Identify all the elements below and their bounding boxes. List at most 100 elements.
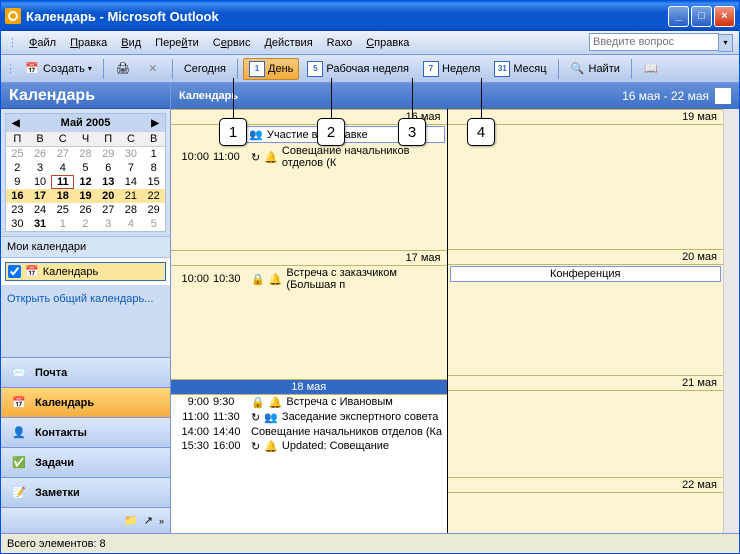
date-cell[interactable]: 20 (97, 189, 120, 203)
menu-go[interactable]: Перейти (148, 35, 206, 51)
navigation-pane: Календарь ◀ Май 2005 ▶ ПВСЧПСВ2526272829… (1, 83, 171, 533)
my-calendar-item[interactable]: 📅 Календарь (5, 262, 166, 281)
menu-service[interactable]: Сервис (206, 35, 258, 51)
date-cell[interactable]: 8 (142, 161, 165, 175)
shortcuts-icon[interactable]: ↗ (144, 514, 153, 527)
day-header-17[interactable]: 17 мая (171, 250, 447, 266)
day-header-18[interactable]: 18 мая (171, 379, 447, 395)
print-button[interactable]: 🖨 (109, 58, 137, 80)
date-cell[interactable]: 9 (6, 175, 29, 189)
nav-notes[interactable]: 📝Заметки (1, 477, 170, 507)
appointment-row[interactable]: 10:0010:30 🔒🔔 Встреча с заказчиком (Боль… (171, 266, 447, 292)
help-search[interactable]: ▾ (589, 33, 733, 52)
month-view-button[interactable]: 31Месяц (488, 58, 552, 80)
date-cell[interactable]: 14 (120, 175, 143, 189)
open-shared-calendar-link[interactable]: Открыть общий календарь... (1, 285, 170, 313)
date-cell[interactable]: 6 (97, 161, 120, 175)
date-cell[interactable]: 19 (74, 189, 97, 203)
date-cell[interactable]: 26 (74, 203, 97, 217)
date-cell[interactable]: 24 (29, 203, 52, 217)
toolbar: ⋮ 📅 Создать ▾ 🖨 ✕ Сегодня 1День 5Рабочая… (1, 55, 739, 83)
date-cell[interactable]: 30 (120, 147, 143, 161)
close-button[interactable]: × (714, 6, 735, 27)
date-cell[interactable]: 27 (97, 203, 120, 217)
menu-actions[interactable]: Действия (257, 35, 319, 51)
date-cell[interactable]: 15 (142, 175, 165, 189)
date-cell[interactable]: 12 (74, 175, 97, 189)
appointment-row[interactable]: 10:0011:00 ↻🔔 Совещание начальников отде… (171, 144, 447, 170)
menu-edit[interactable]: Правка (63, 35, 114, 51)
week-view-button[interactable]: 7Неделя (417, 58, 486, 80)
appointment-row[interactable]: 15:3016:00↻🔔Updated: Совещание (171, 439, 447, 454)
date-cell[interactable]: 25 (51, 203, 74, 217)
help-search-input[interactable] (589, 33, 719, 51)
day-header-21[interactable]: 21 мая (448, 375, 724, 391)
calendar-checkbox[interactable] (8, 265, 21, 278)
appointment-row[interactable]: 11:0011:30↻👥Заседание экспертного совета (171, 410, 447, 425)
date-cell[interactable]: 10 (29, 175, 52, 189)
reminder-icon: 🔔 (269, 273, 283, 286)
date-cell[interactable]: 7 (120, 161, 143, 175)
day-view-button[interactable]: 1День (243, 58, 299, 80)
date-cell[interactable]: 27 (51, 147, 74, 161)
day-header-22[interactable]: 22 мая (448, 477, 724, 493)
date-cell[interactable]: 16 (6, 189, 29, 203)
nav-calendar[interactable]: 📅Календарь (1, 387, 170, 417)
maximize-button[interactable]: □ (691, 6, 712, 27)
create-button[interactable]: 📅 Создать ▾ (18, 58, 98, 80)
today-button[interactable]: Сегодня (178, 58, 232, 80)
date-cell[interactable]: 1 (142, 147, 165, 161)
date-cell[interactable]: 29 (97, 147, 120, 161)
date-cell[interactable]: 28 (74, 147, 97, 161)
date-cell[interactable]: 30 (6, 217, 29, 231)
appointment-row[interactable]: 9:009:30🔒🔔Встреча с Ивановым (171, 395, 447, 410)
next-month-button[interactable]: ▶ (147, 118, 163, 129)
menu-help[interactable]: Справка (359, 35, 416, 51)
date-cell[interactable]: 26 (29, 147, 52, 161)
date-navigator[interactable]: ◀ Май 2005 ▶ ПВСЧПСВ25262728293012345678… (5, 113, 166, 232)
address-book-button[interactable]: 📖 (637, 58, 665, 80)
private-icon: 🔒 (251, 273, 265, 286)
delete-button[interactable]: ✕ (139, 58, 167, 80)
menu-file[interactable]: Файл (22, 35, 63, 51)
date-cell[interactable]: 18 (51, 189, 74, 203)
date-cell[interactable]: 2 (6, 161, 29, 175)
date-cell[interactable]: 22 (142, 189, 165, 203)
appointment-allday[interactable]: Конференция (450, 266, 722, 282)
date-cell[interactable]: 31 (29, 217, 52, 231)
date-cell[interactable]: 4 (120, 217, 143, 231)
nav-mail[interactable]: ✉️Почта (1, 357, 170, 387)
appointment-row[interactable]: 14:0014:40Совещание начальников отделов … (171, 425, 447, 439)
help-search-dropdown[interactable]: ▾ (719, 34, 733, 52)
find-button[interactable]: 🔍Найти (564, 58, 626, 80)
date-cell[interactable]: 28 (120, 203, 143, 217)
day-header-20[interactable]: 20 мая (448, 249, 724, 265)
date-cell[interactable]: 3 (29, 161, 52, 175)
view-toggle-icon[interactable] (715, 88, 731, 104)
minimize-button[interactable]: _ (668, 6, 689, 27)
date-cell[interactable]: 21 (120, 189, 143, 203)
date-cell[interactable]: 2 (74, 217, 97, 231)
prev-month-button[interactable]: ◀ (8, 118, 24, 129)
date-cell[interactable]: 23 (6, 203, 29, 217)
scrollbar[interactable] (723, 109, 739, 533)
folder-icon[interactable]: 📁 (124, 514, 138, 527)
date-cell[interactable]: 11 (51, 175, 74, 189)
reminder-icon: 🔔 (264, 151, 278, 164)
nav-contacts[interactable]: 👤Контакты (1, 417, 170, 447)
date-cell[interactable]: 5 (74, 161, 97, 175)
date-cell[interactable]: 4 (51, 161, 74, 175)
date-cell[interactable]: 3 (97, 217, 120, 231)
date-cell[interactable]: 1 (51, 217, 74, 231)
date-cell[interactable]: 25 (6, 147, 29, 161)
date-cell[interactable]: 13 (97, 175, 120, 189)
date-cell[interactable]: 17 (29, 189, 52, 203)
grip-icon: ⋮ (5, 62, 16, 75)
date-cell[interactable]: 5 (142, 217, 165, 231)
configure-icon[interactable]: » (159, 516, 164, 526)
menu-view[interactable]: Вид (114, 35, 148, 51)
date-cell[interactable]: 29 (142, 203, 165, 217)
workweek-view-button[interactable]: 5Рабочая неделя (301, 58, 415, 80)
menu-raxo[interactable]: Rахо (320, 35, 360, 51)
nav-tasks[interactable]: ✅Задачи (1, 447, 170, 477)
